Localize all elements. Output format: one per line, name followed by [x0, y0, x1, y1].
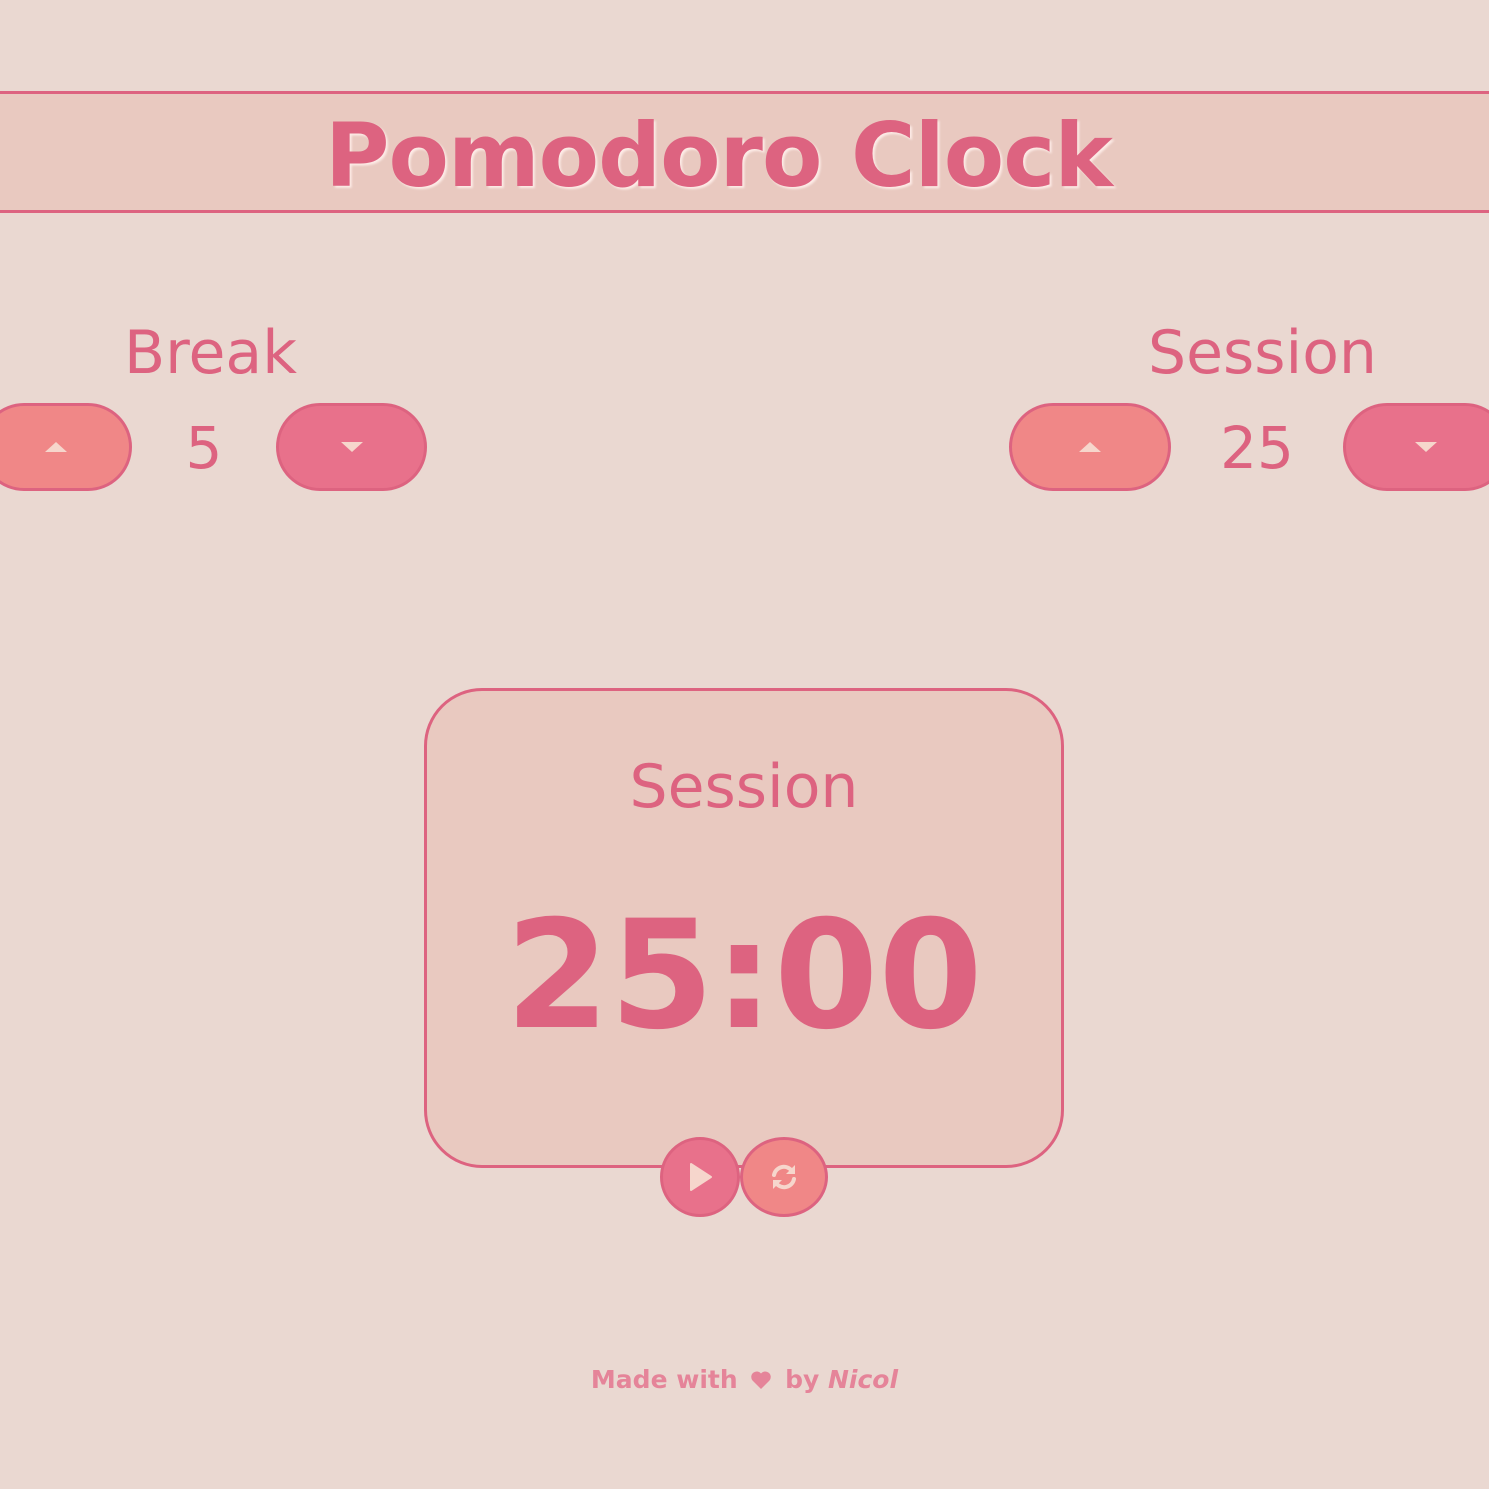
heart-icon [751, 1371, 772, 1389]
session-length-value: 25 [1220, 414, 1294, 482]
break-label: Break [124, 318, 297, 388]
refresh-icon [772, 1164, 796, 1190]
session-increment-button[interactable] [1009, 403, 1171, 491]
timer-label: Session [629, 752, 859, 822]
play-icon [690, 1163, 712, 1191]
header-bar: Pomodoro Clock [0, 91, 1489, 213]
page-title: Pomodoro Clock [325, 104, 1113, 207]
session-label: Session [1148, 318, 1377, 388]
footer-author-link[interactable]: Nicol [828, 1365, 898, 1394]
start-stop-button[interactable] [660, 1137, 740, 1217]
reset-button[interactable] [740, 1137, 828, 1217]
footer-by: by [785, 1365, 820, 1394]
timer-panel: Session 25:00 [424, 688, 1064, 1168]
footer-credit: Made with by Nicol [0, 1363, 1489, 1397]
caret-up-icon [45, 442, 67, 452]
time-left-display: 25:00 [505, 889, 983, 1063]
footer-prefix: Made with [590, 1365, 738, 1394]
break-increment-button[interactable] [0, 403, 132, 491]
caret-down-icon [340, 442, 363, 452]
caret-down-icon [1415, 442, 1437, 452]
caret-up-icon [1079, 442, 1101, 452]
session-decrement-button[interactable] [1343, 403, 1489, 491]
break-length-value: 5 [185, 414, 223, 482]
break-decrement-button[interactable] [276, 403, 427, 491]
